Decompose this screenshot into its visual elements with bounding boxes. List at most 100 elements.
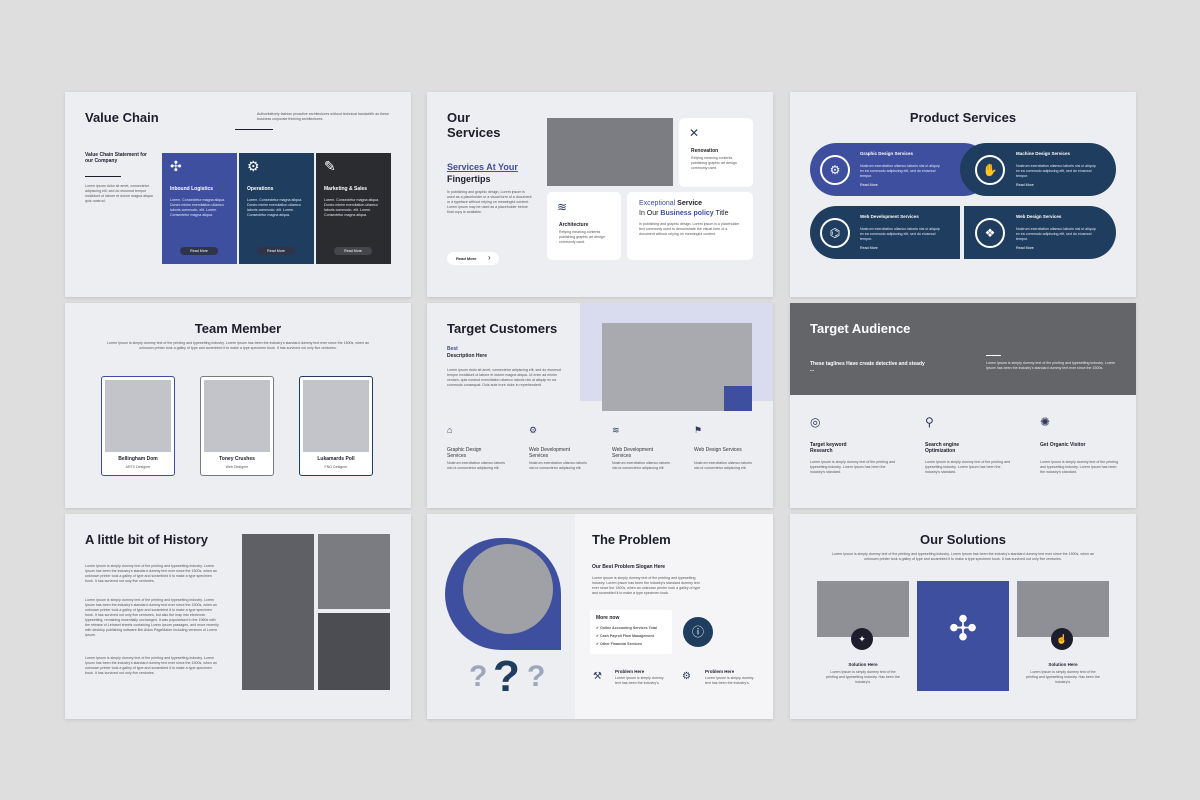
solution-text: Lorem Ipsum is simply dummy text of the … [826, 670, 900, 684]
column-title: Operations [247, 186, 274, 192]
problem-text: Lorem Ipsum is simply dummy text has bee… [705, 676, 754, 685]
service-link[interactable]: Read More [860, 183, 878, 188]
tools-icon: ✕ [689, 126, 700, 140]
problem-title: Problem Here [705, 669, 735, 674]
item-text: Nostrum exercitation ullamco laboris nis… [694, 461, 752, 470]
history-photo [318, 534, 390, 609]
list-item: ✔ Cash Payroll Flow Management [596, 634, 654, 639]
service-link[interactable]: Read More [860, 246, 878, 251]
layers-icon: ≋ [612, 425, 620, 435]
puzzle-hands-icon: ✣ [948, 610, 978, 648]
service-link[interactable]: Read More [1016, 183, 1034, 188]
description-title: Description Here [447, 353, 488, 359]
list-item: ✔ Online Accounting Services Total [596, 626, 657, 631]
slide-history[interactable]: A little bit of History Lorem Ipsum is s… [65, 514, 411, 719]
slide-our-services[interactable]: Our Services Services At Your Fingertips… [427, 92, 773, 297]
solution-title: Solution Here [1048, 662, 1078, 667]
service-text: Nostrum exercitation ullamco laboris nis… [1016, 227, 1096, 241]
card-text: Relying meaning contents publishing grap… [559, 230, 605, 244]
title-part: Title [715, 210, 729, 217]
subtitle: Services At Your [447, 162, 518, 172]
read-more-button[interactable]: Read More [257, 247, 295, 255]
member-name: Lukamards Poll [317, 456, 355, 462]
tools-icon: ⚒ [593, 671, 602, 682]
list-text: Online Accounting Services Total [600, 626, 657, 630]
divider [960, 206, 964, 259]
list-item: ✔ Other Financial Services [596, 642, 642, 647]
accent-block [724, 386, 752, 411]
member-photo [204, 380, 270, 452]
item-title: Search engine Optimization [925, 442, 960, 454]
service-text: Nostrum exercitation ullamco laboris nis… [860, 227, 940, 241]
slide-target-customers[interactable]: Target Customers Best Description Here L… [427, 303, 773, 508]
title-part: Service [677, 200, 703, 207]
item-text: Lorem Ipsum is simply dummy text of the … [925, 460, 1011, 474]
column-text: Lorem. Consectetur magna aliqua. Donec m… [324, 198, 380, 217]
card-title: Architecture [559, 222, 589, 228]
member-role: Web Designer [225, 465, 249, 469]
slide-intro: Lorem Ipsum is simply dummy text of the … [832, 552, 1094, 561]
card-text: Relying meaning contents publishing grap… [691, 156, 737, 170]
flag-icon: ⚑ [694, 425, 703, 435]
solution-title: Solution Here [848, 662, 878, 667]
read-more-button[interactable]: Read More › [447, 252, 499, 265]
slide-title: A little bit of History [85, 532, 209, 547]
gear-icon: ⚙ [529, 425, 538, 435]
service-link[interactable]: Read More [1016, 246, 1034, 251]
slide-our-solutions[interactable]: Our Solutions Lorem Ipsum is simply dumm… [790, 514, 1136, 719]
card-title: Renovation [691, 148, 719, 154]
slide-the-problem[interactable]: ? ? ? The Problem Our Best Problem Sloga… [427, 514, 773, 719]
layers-icon: ≋ [557, 200, 568, 214]
tagline: These taglines Have create detective and… [810, 361, 925, 373]
column-title: Inbound Logistics [170, 186, 214, 192]
gear-icon: ⚙ [682, 671, 691, 682]
services-photo [547, 118, 673, 186]
slide-title: Our [447, 110, 471, 125]
slide-team-member[interactable]: Team Member Lorem Ipsum is simply dummy … [65, 303, 411, 508]
member-name: Toney Crushes [219, 456, 255, 462]
slide-title: Target Audience [810, 321, 911, 336]
visitor-icon: ✺ [1040, 415, 1051, 429]
problem-text: Lorem Ipsum is simply dummy text has bee… [615, 676, 664, 685]
item-title: Get Organic Visitor [1040, 442, 1086, 448]
more-title: More now [596, 615, 620, 621]
divider [986, 355, 1001, 356]
column-text: Lorem. Consectetur magna aliqua. Donec m… [170, 198, 226, 217]
list-text: Cash Payroll Flow Management [600, 634, 654, 638]
design-icon: ⚙ [820, 155, 850, 185]
statement-body: Lorem ipsum dolor sit amet, consectetur … [85, 184, 153, 203]
history-paragraph: Lorem Ipsum is simply dummy text of the … [85, 598, 219, 637]
item-title: Web Development Services [529, 447, 571, 459]
hand-icon: ☝ [1051, 628, 1073, 650]
slide-title: Value Chain [85, 110, 159, 125]
item-text: Nostrum exercitation ullamco laboris nis… [447, 461, 505, 470]
value-column: ✣ Inbound Logistics Lorem. Consectetur m… [162, 153, 237, 264]
value-column: ✎ Marketing & Sales Lorem. Consectetur m… [316, 153, 391, 264]
slide-title: Team Member [194, 321, 282, 336]
card-text: In publishing and graphic design, Lorem … [639, 222, 740, 236]
history-paragraph: Lorem Ipsum is simply dummy text of the … [85, 564, 217, 583]
question-mark-icon: ? [493, 652, 520, 701]
slide-target-audience[interactable]: Target Audience These taglines Have crea… [790, 303, 1136, 508]
question-mark-icon: ? [527, 660, 546, 693]
slide-value-chain[interactable]: Value Chain Authoritatively fashion proa… [65, 92, 411, 297]
architecture-card: ≋ Architecture Relying meaning contents … [547, 192, 621, 260]
slide-product-services[interactable]: Product Services ⚙ Graphic Design Servic… [790, 92, 1136, 297]
service-title: Machine Design Services [1016, 151, 1071, 156]
best-label: Best [447, 346, 458, 352]
solution-highlight: ✣ [917, 581, 1009, 691]
item-text: Lorem Ipsum is simply dummy text of the … [1040, 460, 1119, 474]
slide-intro: Authoritatively fashion proactive archit… [257, 112, 389, 121]
question-mark-icon: ? [469, 660, 488, 693]
service-title: Graphic Design Services [860, 151, 914, 156]
read-more-button[interactable]: Read More [334, 247, 372, 255]
item-title: Web Development Services [612, 447, 654, 459]
puzzle-icon: ✣ [170, 158, 182, 174]
list-text: Other Financial Services [600, 642, 642, 646]
card-title: Exceptional Service [639, 200, 702, 207]
member-photo [105, 380, 171, 452]
divider [235, 129, 273, 130]
read-more-button[interactable]: Read More [180, 247, 218, 255]
service-text: Nostrum exercitation ullamco laboris nis… [1016, 164, 1096, 178]
slide-title: Target Customers [447, 321, 558, 336]
